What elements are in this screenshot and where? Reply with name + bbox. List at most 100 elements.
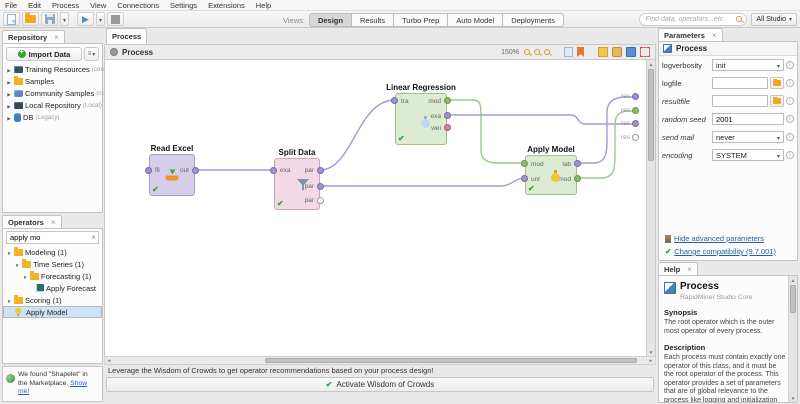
operator-item-apply-model[interactable]: Apply Model bbox=[3, 306, 102, 318]
operator-item-apply-forecast[interactable]: Apply Forecast bbox=[3, 282, 102, 294]
operator-search-input[interactable] bbox=[6, 231, 99, 244]
operator-apply-model[interactable]: Apply Model mod unl lab mod bbox=[525, 155, 577, 195]
port-mod[interactable] bbox=[444, 97, 451, 104]
scroll-left-icon[interactable] bbox=[105, 357, 113, 364]
operators-tab[interactable]: Operators bbox=[2, 215, 62, 228]
parameters-tab[interactable]: Parameters bbox=[658, 28, 723, 41]
new-process-button[interactable] bbox=[3, 12, 20, 26]
info-icon[interactable] bbox=[786, 61, 794, 69]
repository-tab[interactable]: Repository bbox=[2, 30, 65, 43]
clear-search-icon[interactable] bbox=[91, 233, 96, 242]
repo-item-local-repository[interactable]: Local Repository(Local) bbox=[3, 99, 102, 111]
port-tra[interactable] bbox=[391, 97, 398, 104]
show-process-icon[interactable] bbox=[626, 47, 636, 57]
scroll-up-icon[interactable] bbox=[789, 276, 797, 284]
logfile-browse-button[interactable] bbox=[770, 77, 784, 89]
tab-design[interactable]: Design bbox=[309, 13, 352, 27]
result-port-2[interactable] bbox=[632, 107, 639, 114]
info-icon[interactable] bbox=[786, 115, 794, 123]
stop-process-button[interactable] bbox=[107, 12, 124, 26]
wire-splitdata-linearregression[interactable] bbox=[320, 100, 395, 170]
run-process-button[interactable] bbox=[77, 12, 94, 26]
import-data-button[interactable]: Import Data bbox=[6, 47, 82, 61]
port-par-2[interactable] bbox=[317, 183, 324, 190]
resultfile-input[interactable] bbox=[712, 95, 768, 107]
menu-extensions[interactable]: Extensions bbox=[208, 1, 245, 10]
collapse-arrow-icon[interactable] bbox=[22, 272, 28, 281]
scroll-right-icon[interactable] bbox=[647, 357, 655, 364]
info-icon[interactable] bbox=[786, 97, 794, 105]
expand-arrow-icon[interactable] bbox=[6, 113, 12, 122]
repo-item-training-resources[interactable]: Training Resources(connected) bbox=[3, 63, 102, 75]
zoom-in-icon[interactable] bbox=[534, 49, 540, 55]
process-canvas[interactable]: Read Excel fil out Split Data exa par pa… bbox=[104, 60, 656, 356]
auto-zoom-icon[interactable] bbox=[544, 49, 550, 55]
process-tab[interactable]: Process bbox=[106, 28, 147, 44]
close-icon[interactable] bbox=[51, 218, 56, 227]
auto-layout-icon[interactable] bbox=[640, 47, 650, 57]
bookmark-icon[interactable] bbox=[577, 47, 584, 57]
port-par-3[interactable] bbox=[317, 197, 324, 204]
logfile-input[interactable] bbox=[712, 77, 768, 89]
run-dropdown-button[interactable] bbox=[96, 12, 105, 26]
repo-item-samples[interactable]: Samples bbox=[3, 75, 102, 87]
port-mod-out[interactable] bbox=[574, 175, 581, 182]
scrollbar-thumb[interactable] bbox=[648, 69, 654, 161]
scrollbar-thumb[interactable] bbox=[790, 285, 796, 313]
scroll-down-icon[interactable] bbox=[789, 394, 797, 402]
close-icon[interactable] bbox=[687, 265, 692, 274]
operator-split-data[interactable]: Split Data exa par par par bbox=[274, 158, 320, 210]
port-fil[interactable] bbox=[145, 167, 152, 174]
port-par-1[interactable] bbox=[317, 167, 324, 174]
info-icon[interactable] bbox=[786, 151, 794, 159]
help-tab[interactable]: Help bbox=[658, 262, 698, 275]
tab-auto-model[interactable]: Auto Model bbox=[448, 13, 503, 27]
global-search-input[interactable] bbox=[639, 13, 747, 26]
auto-wire-icon[interactable] bbox=[612, 47, 622, 57]
port-unl[interactable] bbox=[521, 175, 528, 182]
port-exa[interactable] bbox=[444, 112, 451, 119]
menu-file[interactable]: File bbox=[5, 1, 17, 10]
collapse-arrow-icon[interactable] bbox=[6, 248, 12, 257]
expand-arrow-icon[interactable] bbox=[6, 89, 12, 98]
repo-item-db[interactable]: DB(Legacy) bbox=[3, 111, 102, 123]
search-scope-dropdown[interactable]: All Studio bbox=[751, 13, 797, 26]
repo-item-community-samples[interactable]: Community Samples(connected) bbox=[3, 87, 102, 99]
save-dropdown-button[interactable] bbox=[60, 12, 69, 26]
port-exa[interactable] bbox=[270, 167, 277, 174]
canvas-horizontal-scrollbar[interactable] bbox=[104, 356, 656, 365]
open-process-button[interactable] bbox=[22, 12, 39, 26]
send-mail-select[interactable]: never bbox=[712, 131, 784, 143]
resultfile-browse-button[interactable] bbox=[770, 95, 784, 107]
encoding-select[interactable]: SYSTEM bbox=[712, 149, 784, 161]
info-icon[interactable] bbox=[786, 79, 794, 87]
close-icon[interactable] bbox=[54, 33, 59, 42]
canvas-vertical-scrollbar[interactable] bbox=[646, 60, 655, 356]
expand-arrow-icon[interactable] bbox=[6, 77, 12, 86]
expand-arrow-icon[interactable] bbox=[6, 101, 12, 110]
help-scrollbar[interactable] bbox=[788, 276, 797, 402]
save-process-button[interactable] bbox=[41, 12, 58, 26]
operator-read-excel[interactable]: Read Excel fil out bbox=[149, 154, 195, 196]
scroll-down-icon[interactable] bbox=[647, 348, 655, 356]
zoom-out-icon[interactable] bbox=[524, 49, 530, 55]
info-icon[interactable] bbox=[786, 133, 794, 141]
port-out[interactable] bbox=[192, 167, 199, 174]
port-mod-in[interactable] bbox=[521, 160, 528, 167]
port-lab[interactable] bbox=[574, 160, 581, 167]
expand-arrow-icon[interactable] bbox=[6, 65, 12, 74]
result-port-1[interactable] bbox=[632, 93, 639, 100]
wire-splitdata-applymodel[interactable] bbox=[320, 178, 525, 186]
operator-group-modeling[interactable]: Modeling (1) bbox=[3, 246, 94, 258]
activate-wisdom-button[interactable]: Activate Wisdom of Crowds bbox=[106, 377, 654, 392]
menu-process[interactable]: Process bbox=[52, 1, 79, 10]
tab-turbo-prep[interactable]: Turbo Prep bbox=[394, 13, 448, 27]
breadcrumb[interactable]: Process bbox=[122, 48, 153, 57]
scrollbar-thumb[interactable] bbox=[265, 358, 637, 363]
hide-advanced-link[interactable]: Hide advanced parameters bbox=[674, 234, 764, 243]
menu-view[interactable]: View bbox=[90, 1, 106, 10]
menu-edit[interactable]: Edit bbox=[28, 1, 41, 10]
operator-group-scoring[interactable]: Scoring (1) bbox=[3, 294, 102, 306]
collapse-arrow-icon[interactable] bbox=[14, 260, 20, 269]
add-note-icon[interactable] bbox=[598, 47, 608, 57]
